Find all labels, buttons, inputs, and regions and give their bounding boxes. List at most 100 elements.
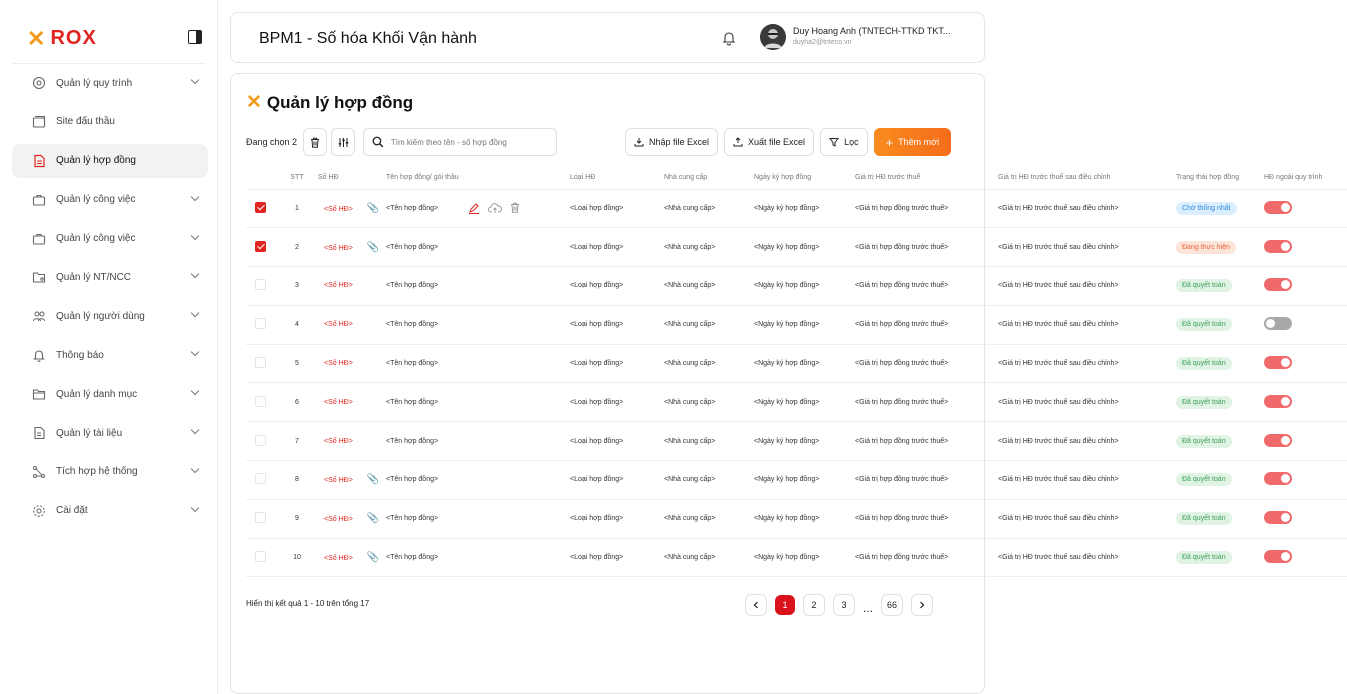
document-icon xyxy=(32,154,46,168)
bell-icon xyxy=(32,348,46,363)
column-header[interactable]: Nhà cung cấp xyxy=(664,167,754,189)
table-row[interactable]: 1 <Số HĐ> 📎 <Tên hợp đồng> <Loại hợp đồng> <N… xyxy=(246,188,1347,228)
sidebar-item[interactable]: Quản lý công việc xyxy=(12,183,208,217)
out-of-process-toggle[interactable] xyxy=(1264,394,1292,408)
sidebar-item[interactable]: Quản lý tài liệu xyxy=(12,416,208,450)
sidebar-item[interactable]: Quản lý danh mục xyxy=(12,377,208,411)
page-button[interactable]: 1 xyxy=(775,595,795,615)
row-stt: 2 xyxy=(276,227,318,267)
contract-number[interactable]: <Số HĐ> xyxy=(324,282,353,289)
table-row[interactable]: 8 <Số HĐ> 📎 <Tên hợp đồng> <Loại hợp đồng> <N… xyxy=(246,460,1347,500)
attachment-icon[interactable]: 📎 xyxy=(367,513,379,524)
column-header[interactable]: Giá trị HĐ trước thuế sau điều chỉnh xyxy=(998,167,1176,189)
column-header[interactable]: Giá trị HĐ trước thuế xyxy=(855,167,998,189)
sidebar-item[interactable]: Cài đặt xyxy=(12,494,208,528)
add-new-button[interactable]: + Thêm mới xyxy=(873,128,952,156)
sidebar-item[interactable]: Site đấu thầu xyxy=(12,105,208,139)
contract-number[interactable]: <Số HĐ> xyxy=(324,245,353,252)
table-row[interactable]: 10 <Số HĐ> 📎 <Tên hợp đồng> <Loại hợp đồng> <… xyxy=(246,537,1347,578)
row-checkbox[interactable] xyxy=(255,318,266,330)
row-checkbox[interactable] xyxy=(255,240,266,252)
row-checkbox[interactable] xyxy=(255,201,266,213)
attachment-icon[interactable]: 📎 xyxy=(367,552,379,563)
row-stt: 8 xyxy=(276,460,318,500)
contract-number[interactable]: <Số HĐ> xyxy=(324,555,353,562)
out-of-process-toggle[interactable] xyxy=(1264,511,1292,525)
table-row[interactable]: 7 <Số HĐ> <Tên hợp đồng> <Loại hợp đồng> <Nh… xyxy=(246,421,1347,461)
edit-icon[interactable] xyxy=(468,202,480,215)
column-header[interactable]: Trạng thái hợp đồng xyxy=(1176,167,1264,189)
column-header[interactable]: Ngày ký hợp đồng xyxy=(754,167,855,189)
row-checkbox[interactable] xyxy=(255,395,266,407)
sidebar-item[interactable]: Quản lý công việc xyxy=(12,222,208,256)
notification-bell-icon[interactable] xyxy=(721,30,737,46)
contract-number[interactable]: <Số HĐ> xyxy=(324,399,353,406)
table-row[interactable]: 4 <Số HĐ> <Tên hợp đồng> <Loại hợp đồng> <Nh… xyxy=(246,304,1347,345)
row-stt: 6 xyxy=(276,382,318,422)
search-box[interactable] xyxy=(363,128,558,156)
contract-number[interactable]: <Số HĐ> xyxy=(324,206,353,213)
sidebar-item[interactable]: Quản lý hợp đồng xyxy=(12,143,208,178)
sidebar-item[interactable]: Tích hợp hệ thống xyxy=(12,455,208,489)
column-header[interactable]: Loại HĐ xyxy=(570,167,664,189)
export-excel-button[interactable]: Xuất file Excel xyxy=(724,128,815,156)
sign-date: <Ngày ký hợp đồng> xyxy=(754,498,855,539)
column-settings-button[interactable] xyxy=(331,128,356,156)
supplier: <Nhà cung cấp> xyxy=(664,227,754,267)
page-button[interactable]: 3 xyxy=(833,594,855,616)
contract-number[interactable]: <Số HĐ> xyxy=(324,360,353,367)
sidebar-collapse-icon[interactable] xyxy=(188,30,202,44)
search-icon xyxy=(372,136,384,148)
brand-logo[interactable]: ✕ ROX xyxy=(27,27,97,50)
page-button[interactable]: 66 xyxy=(881,594,904,616)
out-of-process-toggle[interactable] xyxy=(1264,278,1292,292)
adjusted-pre-tax-value: <Giá trị HĐ trước thuế sau điều chỉnh> xyxy=(998,460,1176,500)
sliders-icon xyxy=(338,137,348,147)
row-checkbox[interactable] xyxy=(255,434,266,446)
sidebar: ✕ ROX Quản lý quy trình Site đấu thầu Quản… xyxy=(0,0,218,694)
table-row[interactable]: 9 <Số HĐ> 📎 <Tên hợp đồng> <Loại hợp đồng> <N… xyxy=(246,498,1347,539)
column-header[interactable]: Tên hợp đồng/ gói thầu xyxy=(386,167,570,189)
contract-number[interactable]: <Số HĐ> xyxy=(324,321,353,328)
column-header[interactable]: Số HĐ xyxy=(318,167,386,189)
prev-page-button[interactable] xyxy=(745,594,767,616)
out-of-process-toggle[interactable] xyxy=(1264,472,1292,486)
table-row[interactable]: 3 <Số HĐ> <Tên hợp đồng> <Loại hợp đồng> <Nh… xyxy=(246,266,1347,306)
row-checkbox[interactable] xyxy=(255,279,266,291)
contract-number[interactable]: <Số HĐ> xyxy=(324,516,353,523)
out-of-process-toggle[interactable] xyxy=(1264,200,1292,214)
row-checkbox[interactable] xyxy=(255,357,266,369)
search-input[interactable] xyxy=(390,137,549,147)
contract-number[interactable]: <Số HĐ> xyxy=(324,477,353,484)
chevron-right-icon xyxy=(920,601,925,609)
table-row[interactable]: 6 <Số HĐ> <Tên hợp đồng> <Loại hợp đồng> <Nh… xyxy=(246,382,1347,422)
bulk-delete-button[interactable] xyxy=(303,128,328,156)
out-of-process-toggle[interactable] xyxy=(1264,239,1292,253)
import-excel-button[interactable]: Nhập file Excel xyxy=(625,128,719,156)
cloud-upload-icon[interactable] xyxy=(488,202,503,214)
row-checkbox[interactable] xyxy=(255,551,266,563)
table-row[interactable]: 5 <Số HĐ> <Tên hợp đồng> <Loại hợp đồng> <Nh… xyxy=(246,343,1347,383)
attachment-icon[interactable]: 📎 xyxy=(367,474,379,485)
page-button[interactable]: 2 xyxy=(803,594,825,616)
out-of-process-toggle[interactable] xyxy=(1264,433,1292,447)
contract-number[interactable]: <Số HĐ> xyxy=(324,438,353,445)
filter-button[interactable]: Lọc xyxy=(820,128,868,156)
table-row[interactable]: 2 <Số HĐ> 📎 <Tên hợp đồng> <Loại hợp đồng> <N… xyxy=(246,227,1347,267)
sidebar-item[interactable]: Quản lý người dùng xyxy=(12,299,208,333)
sidebar-item[interactable]: Quản lý quy trình xyxy=(12,66,208,100)
column-header[interactable]: STT xyxy=(276,167,318,189)
row-checkbox[interactable] xyxy=(255,473,266,485)
out-of-process-toggle[interactable] xyxy=(1264,317,1292,331)
sidebar-item[interactable]: Quản lý NT/NCC xyxy=(12,260,208,294)
out-of-process-toggle[interactable] xyxy=(1264,550,1292,564)
attachment-icon[interactable]: 📎 xyxy=(367,242,379,253)
column-header[interactable]: HĐ ngoài quy trình xyxy=(1264,167,1347,189)
next-page-button[interactable] xyxy=(911,594,934,616)
out-of-process-toggle[interactable] xyxy=(1264,356,1292,370)
user-avatar[interactable] xyxy=(760,24,786,50)
row-checkbox[interactable] xyxy=(255,512,266,524)
sidebar-item[interactable]: Thông báo xyxy=(12,338,208,372)
trash-icon[interactable] xyxy=(510,202,520,214)
attachment-icon[interactable]: 📎 xyxy=(367,203,379,214)
